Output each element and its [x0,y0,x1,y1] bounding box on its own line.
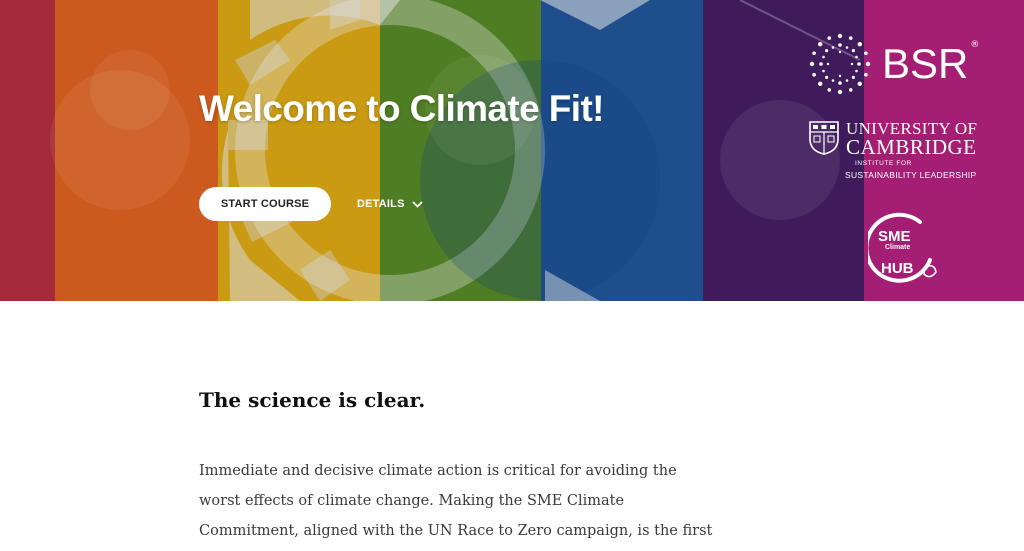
hero-banner: Welcome to Climate Fit! START COURSE DET… [0,0,1024,301]
section-heading: The science is clear. [199,388,426,412]
sunburst-dots-icon [809,33,871,95]
section-body: Immediate and decisive climate action is… [199,456,739,546]
body-line: Commitment, aligned with the UN Race to … [199,523,713,539]
details-toggle[interactable]: DETAILS [357,195,423,213]
bsr-wordmark: BSR [882,40,969,87]
stripe-blue [541,0,703,301]
sme-text: SME [878,228,911,245]
bsr-logo: BSR ® [806,30,979,98]
sme-climate-text: Climate [885,244,911,251]
stripe-red [0,0,55,301]
body-line: Immediate and decisive climate action is… [199,463,677,479]
cambridge-line-4: SUSTAINABILITY LEADERSHIP [845,170,977,180]
body-line: worst effects of climate change. Making … [199,493,625,509]
details-label: DETAILS [357,198,405,210]
cambridge-shield-icon [809,121,839,155]
cambridge-line-2: CAMBRIDGE [846,135,977,159]
cambridge-line-3: INSTITUTE FOR [855,160,912,167]
sme-climate-hub-logo: SME Climate HUB [864,210,940,286]
cambridge-logo: UNIVERSITY OF CAMBRIDGE INSTITUTE FOR SU… [809,119,979,181]
stripe-orange [55,0,218,301]
chevron-down-icon [412,200,423,208]
course-title: Welcome to Climate Fit! [199,88,605,129]
start-course-button[interactable]: START COURSE [199,187,331,221]
sme-hub-text: HUB [881,260,914,277]
stripe-yellow [218,0,380,301]
registered-mark: ® [970,40,980,50]
stripe-green [380,0,541,301]
